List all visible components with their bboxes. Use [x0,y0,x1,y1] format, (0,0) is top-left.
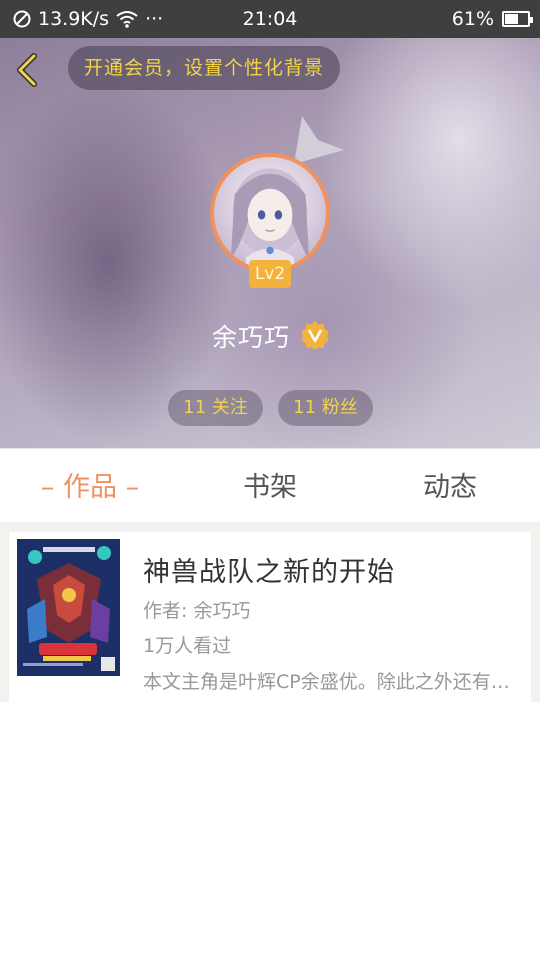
book-description: 本文主角是叶辉CP余盛优。除此之外还有其他角色登场 [143,671,521,693]
following-count[interactable]: 11 关注 [168,390,263,426]
level-badge: Lv2 [249,260,291,288]
battery-icon [502,11,533,27]
no-disturb-icon [13,10,31,28]
battery-percent: 61% [451,8,494,30]
list-background [532,532,540,702]
status-right: 61% [451,0,533,38]
status-bar: 13.9K/s ··· 21:04 61% [0,0,540,38]
list-background [0,532,8,702]
divider [0,522,540,532]
more-notifications-icon: ··· [145,8,164,30]
network-speed: 13.9K/s [38,8,110,30]
back-button[interactable] [10,50,50,90]
status-left: 13.9K/s ··· [12,0,163,38]
fans-count[interactable]: 11 粉丝 [278,390,373,426]
chevron-left-icon [17,53,37,87]
wifi-icon [116,11,138,28]
list-item[interactable]: 神兽战队之新的开始 作者: 余巧巧 1万人看过 本文主角是叶辉CP余盛优。除此之… [8,532,532,702]
profile-tabs: – 作品 – 书架 动态 [0,448,540,522]
tab-bookshelf[interactable]: 书架 [180,449,360,523]
book-author: 作者: 余巧巧 [143,600,251,622]
avatar[interactable] [210,153,330,273]
tab-activity[interactable]: 动态 [360,449,540,523]
book-cover-art [17,539,120,676]
username: 余巧巧 [212,323,291,352]
book-title: 神兽战队之新的开始 [143,557,395,588]
avatar-image [230,168,310,269]
book-cover [17,539,120,676]
battery-fill [505,14,519,24]
tab-works[interactable]: – 作品 – [0,449,180,523]
book-views: 1万人看过 [143,635,232,657]
verified-badge-icon [301,321,329,350]
vip-background-prompt[interactable]: 开通会员，设置个性化背景 [68,46,341,90]
profile-header: 开通会员，设置个性化背景 Lv2 余巧巧 11 关注 11 粉丝 [0,38,540,448]
